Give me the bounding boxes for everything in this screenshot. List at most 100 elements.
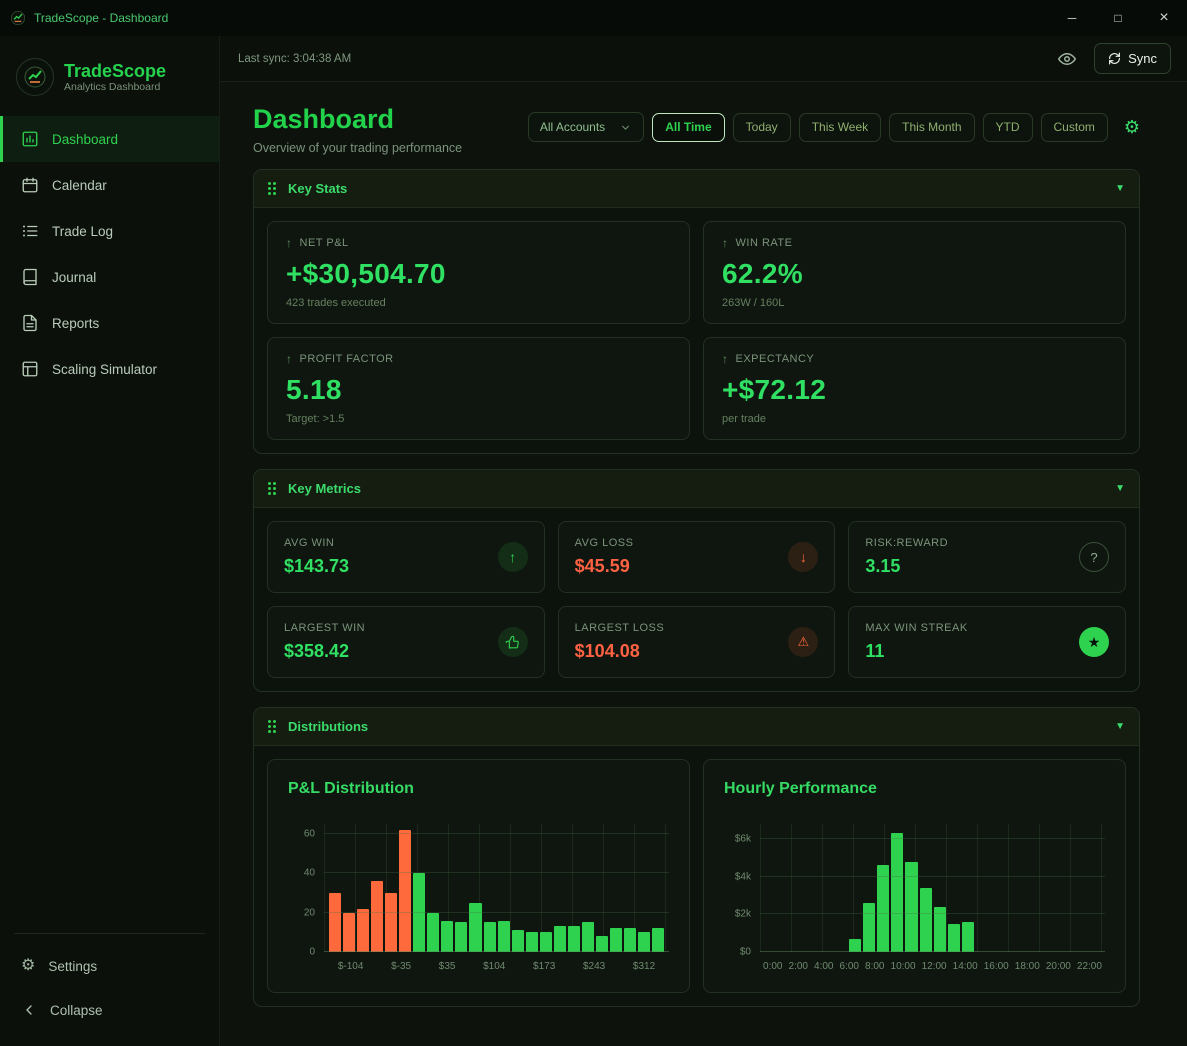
arrow-up-circle-icon: ↑	[498, 542, 528, 572]
stat-value: 5.18	[286, 374, 671, 406]
gridline	[324, 912, 669, 913]
question-circle-icon[interactable]: ?	[1079, 542, 1109, 572]
x-tick-label: $312	[633, 961, 655, 972]
drag-handle-icon[interactable]	[268, 482, 276, 495]
bar	[582, 922, 594, 952]
time-filter-all-time[interactable]: All Time	[652, 113, 724, 142]
drag-handle-icon[interactable]	[268, 720, 276, 733]
bar	[385, 893, 397, 952]
sidebar-item-trade-log[interactable]: Trade Log	[0, 208, 219, 254]
bar	[357, 909, 369, 952]
settings-label: Settings	[48, 959, 97, 974]
x-tick-label: $243	[583, 961, 605, 972]
chart-title: P&L Distribution	[288, 780, 669, 798]
plot-area	[324, 824, 669, 952]
panel-title: Key Stats	[288, 181, 1115, 196]
collapse-panel-chevron-icon[interactable]: ▼	[1115, 183, 1125, 194]
y-tick-label: 40	[304, 868, 315, 879]
metric-card-largest-loss: LARGEST LOSS $104.08 ⚠	[558, 606, 836, 678]
bar	[891, 833, 903, 952]
stat-card-expectancy: ↑EXPECTANCY +$72.12 per trade	[703, 337, 1126, 440]
dashboard-settings-gear-icon[interactable]: ⚙	[1124, 118, 1140, 136]
bar	[863, 903, 875, 952]
settings-button[interactable]: ⚙ Settings	[0, 944, 219, 988]
collapse-panel-chevron-icon[interactable]: ▼	[1115, 721, 1125, 732]
stat-label: EXPECTANCY	[736, 353, 815, 365]
hourly-performance-chart-card: Hourly Performance $0$2k$4k$6k 0:002:004…	[703, 759, 1126, 993]
collapse-sidebar-button[interactable]: Collapse	[0, 988, 219, 1032]
arrow-down-circle-icon: ↓	[788, 542, 818, 572]
metric-card-avg-win: AVG WIN $143.73 ↑	[267, 521, 545, 593]
bar	[526, 932, 538, 952]
sidebar: TradeScope Analytics Dashboard Dashboard	[0, 36, 220, 1046]
maximize-button[interactable]: □	[1095, 0, 1141, 36]
sidebar-item-calendar[interactable]: Calendar	[0, 162, 219, 208]
x-axis-labels: 0:002:004:006:008:0010:0012:0014:0016:00…	[760, 961, 1105, 972]
metric-value: 11	[865, 641, 967, 662]
sidebar-item-label: Journal	[52, 270, 96, 285]
time-filter-this-week[interactable]: This Week	[799, 113, 881, 142]
plot-area	[760, 824, 1105, 952]
time-filter-custom[interactable]: Custom	[1041, 113, 1108, 142]
stat-value: +$72.12	[722, 374, 1107, 406]
sidebar-item-journal[interactable]: Journal	[0, 254, 219, 300]
chevron-down-icon	[619, 121, 632, 134]
bar	[638, 932, 650, 952]
x-axis-labels: $-104$-35$35$104$173$243$312	[324, 961, 669, 972]
time-filter-ytd[interactable]: YTD	[983, 113, 1033, 142]
gridline	[760, 913, 1105, 914]
sidebar-item-dashboard[interactable]: Dashboard	[0, 116, 219, 162]
sidebar-item-label: Trade Log	[52, 224, 113, 239]
visibility-toggle-button[interactable]	[1052, 44, 1082, 74]
window-title: TradeScope - Dashboard	[34, 11, 168, 25]
app-window: TradeScope - Dashboard ─ □ × TradeScope	[0, 0, 1187, 1046]
sidebar-item-label: Calendar	[52, 178, 107, 193]
minimize-button[interactable]: ─	[1049, 0, 1095, 36]
brand-name: TradeScope	[64, 61, 166, 82]
bar	[399, 830, 411, 952]
metric-label: AVG WIN	[284, 537, 349, 549]
app-logo-icon	[10, 10, 26, 26]
gridline	[324, 872, 669, 873]
stat-sub: 263W / 160L	[722, 297, 1107, 309]
stat-card-net-pnl: ↑NET P&L +$30,504.70 423 trades executed	[267, 221, 690, 324]
chevron-left-icon	[21, 1002, 37, 1018]
stat-value: +$30,504.70	[286, 258, 671, 290]
list-icon	[21, 222, 39, 240]
drag-handle-icon[interactable]	[268, 182, 276, 195]
page-subtitle: Overview of your trading performance	[253, 141, 462, 155]
metric-label: LARGEST WIN	[284, 622, 365, 634]
sync-label: Sync	[1128, 51, 1157, 66]
bar	[427, 913, 439, 952]
bar	[610, 928, 622, 952]
metric-value: $358.42	[284, 641, 365, 662]
bar	[371, 881, 383, 952]
arrow-up-icon: ↑	[286, 236, 293, 250]
x-tick-label: 22:00	[1077, 961, 1102, 972]
pnl-distribution-chart: 0204060 $-104$-35$35$104$173$243$312	[288, 824, 669, 972]
last-sync-text: Last sync: 3:04:38 AM	[238, 53, 1052, 65]
x-tick-label: $-35	[391, 961, 411, 972]
sync-button[interactable]: Sync	[1094, 43, 1171, 74]
key-metrics-panel: Key Metrics ▼ AVG WIN $143.73 ↑	[253, 469, 1140, 692]
x-tick-label: 4:00	[814, 961, 833, 972]
stat-sub: per trade	[722, 413, 1107, 425]
time-filter-this-month[interactable]: This Month	[889, 113, 974, 142]
bar	[652, 928, 664, 952]
account-filter-select[interactable]: All Accounts	[528, 112, 644, 142]
hourly-performance-chart: $0$2k$4k$6k 0:002:004:006:008:0010:0012:…	[724, 824, 1105, 972]
metric-value: $143.73	[284, 556, 349, 577]
x-tick-label: $104	[483, 961, 505, 972]
sidebar-item-reports[interactable]: Reports	[0, 300, 219, 346]
gridline	[760, 951, 1105, 952]
sidebar-item-label: Scaling Simulator	[52, 362, 157, 377]
collapse-panel-chevron-icon[interactable]: ▼	[1115, 483, 1125, 494]
arrow-up-icon: ↑	[286, 352, 293, 366]
thumbs-up-icon	[498, 627, 528, 657]
sidebar-item-scaling-simulator[interactable]: Scaling Simulator	[0, 346, 219, 392]
bar	[568, 926, 580, 952]
sidebar-item-label: Reports	[52, 316, 99, 331]
time-filter-today[interactable]: Today	[733, 113, 791, 142]
close-button[interactable]: ×	[1141, 0, 1187, 36]
x-tick-label: 6:00	[840, 961, 859, 972]
